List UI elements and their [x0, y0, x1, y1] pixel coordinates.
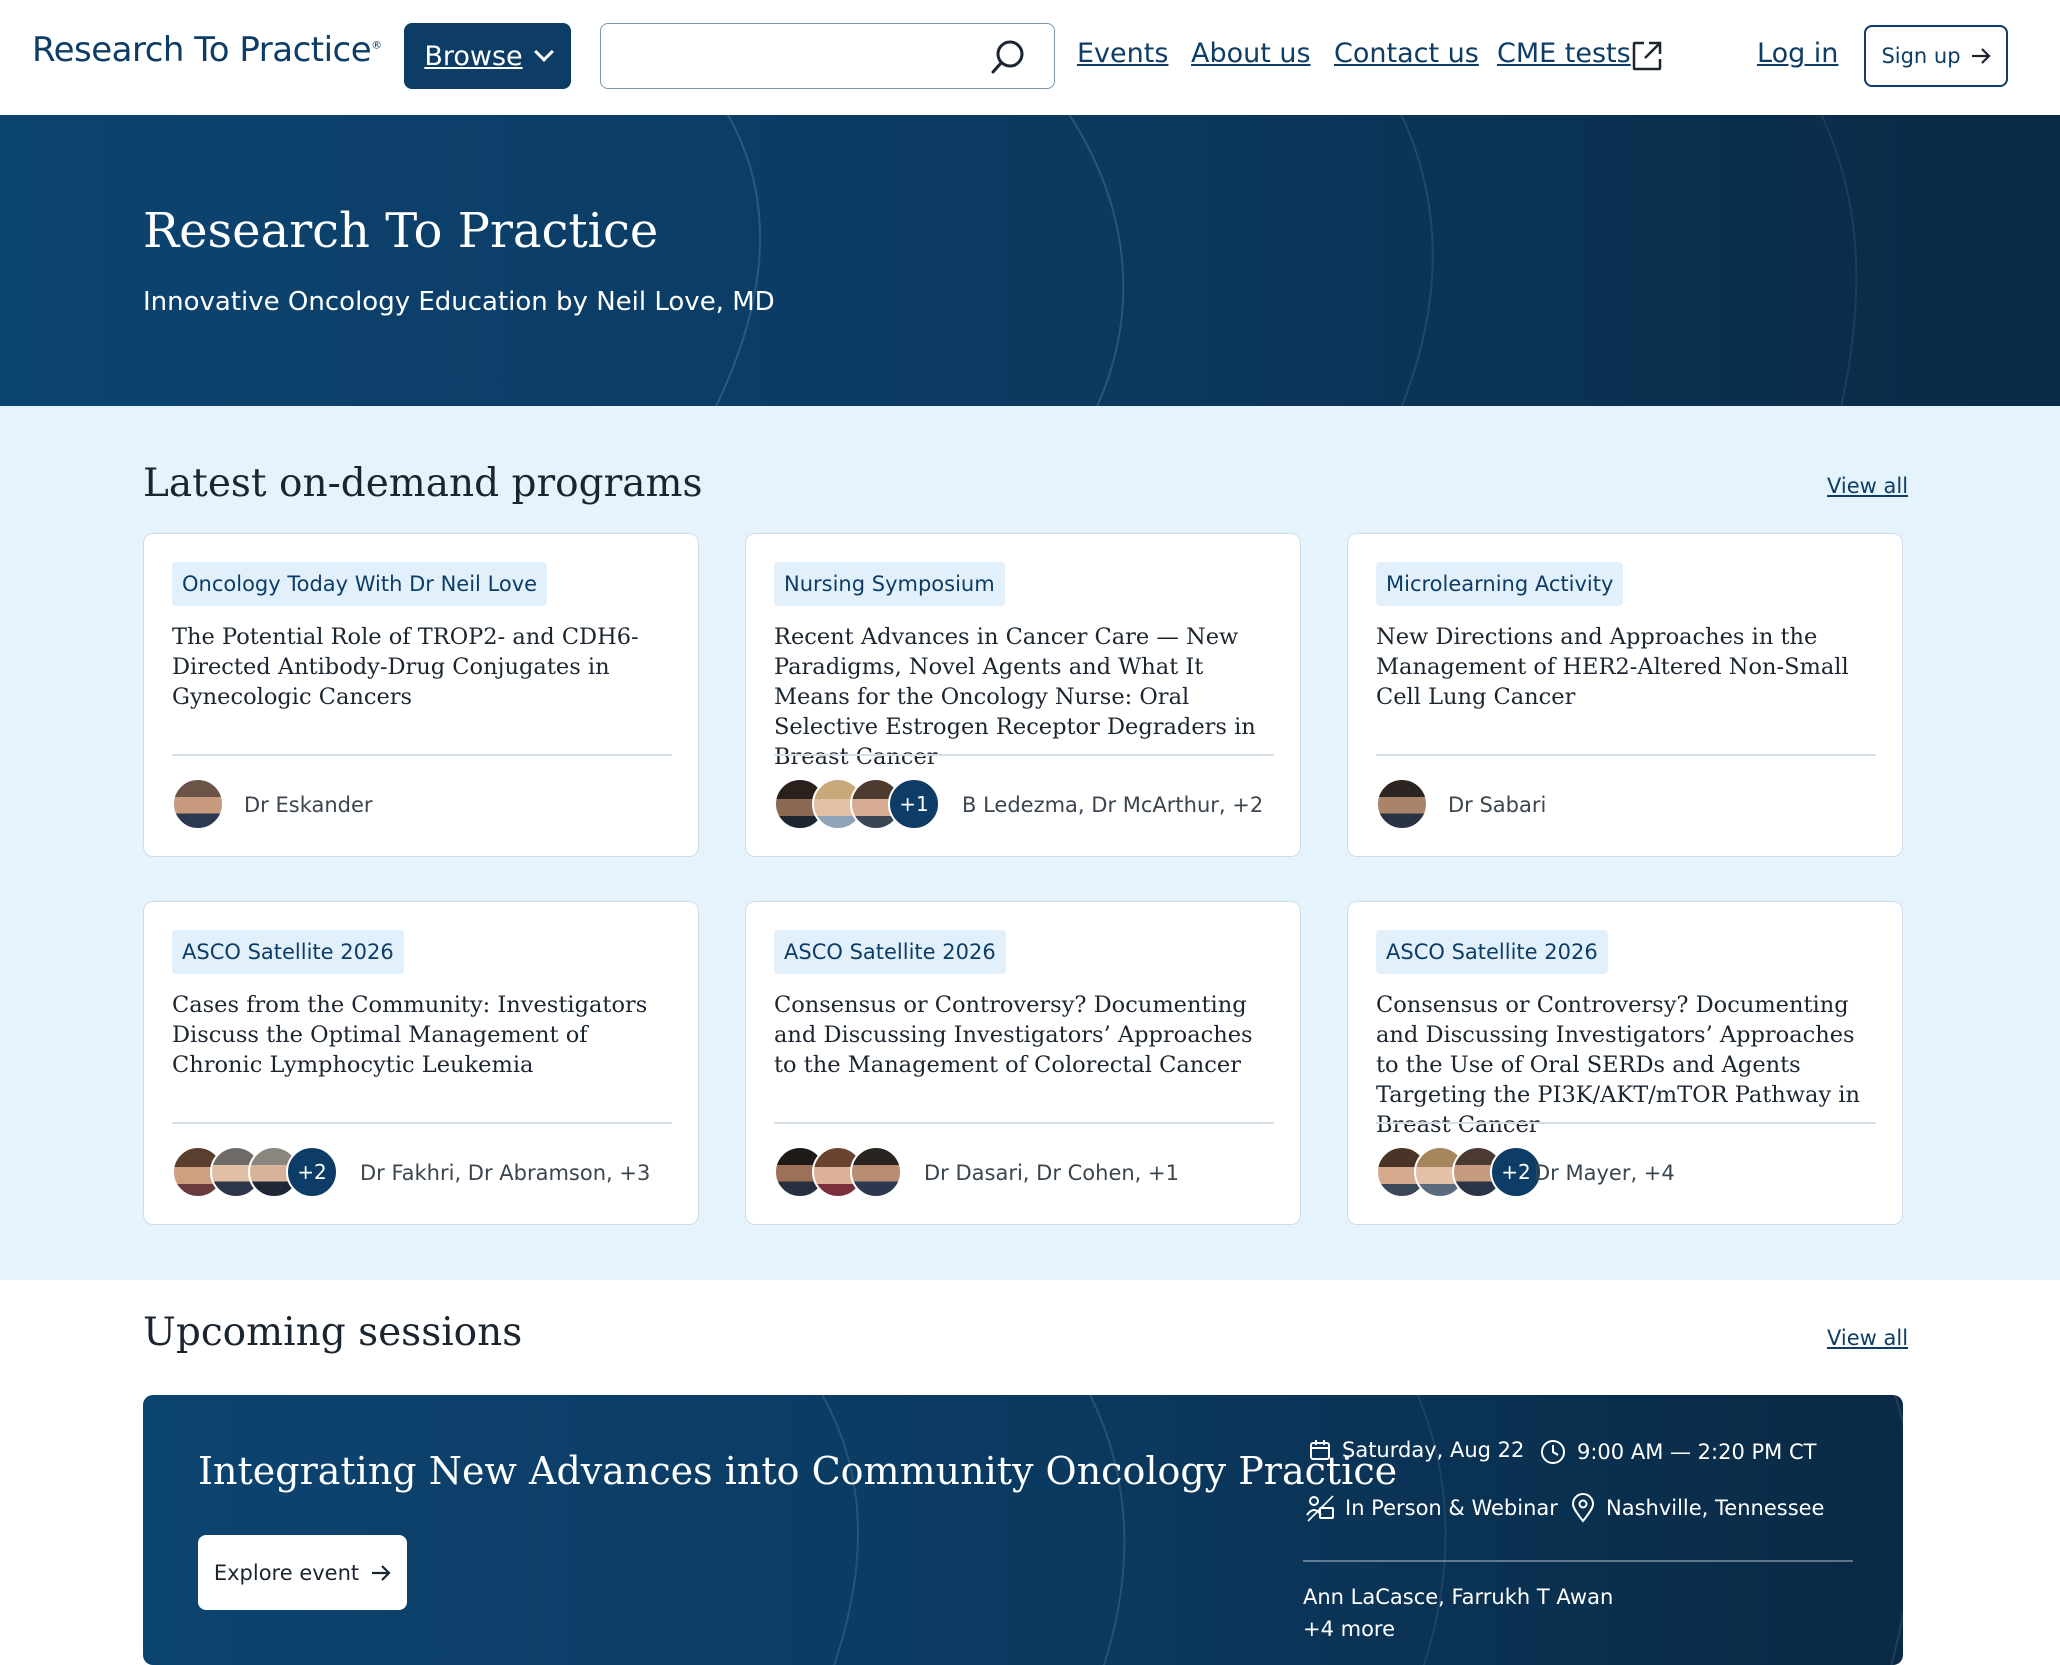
site-header: Research To Practice® Browse Events Abou…: [0, 0, 2060, 115]
browse-label: Browse: [424, 40, 523, 72]
chevron-down-icon: [533, 42, 554, 62]
avatar: [850, 1146, 902, 1198]
program-card[interactable]: ASCO Satellite 2026 Consensus or Controv…: [745, 901, 1301, 1225]
view-all-upcoming-link[interactable]: View all: [1827, 1326, 1908, 1350]
card-divider: [172, 754, 672, 756]
card-divider: [774, 1122, 1274, 1124]
on-demand-section: Latest on-demand programs View all Oncol…: [0, 406, 2060, 1280]
event-date: Saturday, Aug 22: [1308, 1438, 1524, 1462]
login-link[interactable]: Log in: [1757, 38, 1838, 69]
presenter-avatars: +2: [172, 1146, 338, 1198]
program-card[interactable]: Nursing Symposium Recent Advances in Can…: [745, 533, 1301, 857]
program-title[interactable]: The Potential Role of TROP2- and CDH6-Di…: [172, 622, 674, 712]
hero-decoration: [714, 115, 1858, 406]
card-divider: [1376, 1122, 1876, 1124]
nav-cme-tests-link[interactable]: CME tests: [1497, 38, 1631, 69]
person-webinar-icon: [1306, 1495, 1334, 1522]
arrow-right-icon: [1971, 48, 1991, 64]
event-format-text: In Person & Webinar: [1345, 1496, 1558, 1520]
explore-event-label: Explore event: [213, 1560, 360, 1585]
more-presenters-badge: +1: [888, 778, 940, 830]
browse-button[interactable]: Browse: [404, 23, 571, 89]
program-category-tag: ASCO Satellite 2026: [774, 930, 1006, 974]
event-faculty-more[interactable]: +4 more: [1303, 1617, 1395, 1641]
program-card[interactable]: ASCO Satellite 2026 Consensus or Controv…: [1347, 901, 1903, 1225]
site-logo[interactable]: Research To Practice®: [32, 30, 382, 70]
presenter-avatars: [1376, 778, 1428, 830]
presenter-names: Dr Dasari, Dr Cohen, +1: [924, 1161, 1179, 1185]
card-divider: [1376, 754, 1876, 756]
explore-event-button[interactable]: Explore event: [198, 1535, 407, 1610]
event-location-text: Nashville, Tennessee: [1606, 1496, 1825, 1520]
program-title[interactable]: Consensus or Controversy? Documenting an…: [1376, 990, 1878, 1140]
presenter-names: Dr Sabari: [1448, 793, 1547, 817]
presenter-names: Dr Eskander: [244, 793, 373, 817]
program-title[interactable]: Consensus or Controversy? Documenting an…: [774, 990, 1276, 1080]
nav-about-link[interactable]: About us: [1191, 38, 1311, 69]
program-category-tag: Oncology Today With Dr Neil Love: [172, 562, 548, 606]
event-meta-divider: [1303, 1560, 1853, 1562]
program-card[interactable]: Oncology Today With Dr Neil Love The Pot…: [143, 533, 699, 857]
presenter-names: Dr Fakhri, Dr Abramson, +3: [360, 1161, 651, 1185]
event-date-text: Saturday, Aug 22: [1342, 1438, 1525, 1462]
nav-events-link[interactable]: Events: [1077, 38, 1168, 69]
avatar: [1376, 778, 1428, 830]
map-pin-icon: [1571, 1493, 1595, 1523]
upcoming-event-card: Integrating New Advances into Community …: [143, 1395, 1903, 1665]
program-category-tag: ASCO Satellite 2026: [172, 930, 404, 974]
event-time-text: 9:00 AM — 2:20 PM CT: [1577, 1440, 1817, 1464]
hero-subtitle: Innovative Oncology Education by Neil Lo…: [143, 287, 775, 317]
presenter-avatars: +2: [1376, 1146, 1542, 1198]
program-category-tag: Nursing Symposium: [774, 562, 1005, 606]
search-icon[interactable]: [990, 38, 1026, 76]
section-title-upcoming: Upcoming sessions: [143, 1310, 523, 1355]
hero-title: Research To Practice: [143, 203, 659, 259]
event-card-decoration: [820, 1395, 1903, 1665]
presenter-names: Dr Mayer, +4: [1534, 1161, 1675, 1185]
presenter-avatars: +1: [774, 778, 940, 830]
more-presenters-badge: +2: [286, 1146, 338, 1198]
calendar-icon: [1310, 1440, 1330, 1460]
event-faculty: Ann LaCasce, Farrukh T Awan: [1303, 1585, 1614, 1609]
program-card[interactable]: Microlearning Activity New Directions an…: [1347, 533, 1903, 857]
program-title[interactable]: Recent Advances in Cancer Care — New Par…: [774, 622, 1276, 772]
program-category-tag: Microlearning Activity: [1376, 562, 1624, 606]
card-divider: [774, 754, 1274, 756]
program-title[interactable]: New Directions and Approaches in the Man…: [1376, 622, 1878, 712]
card-divider: [172, 1122, 672, 1124]
avatar: [172, 778, 224, 830]
external-link-icon: [1632, 41, 1662, 71]
presenter-names: B Ledezma, Dr McArthur, +2: [962, 793, 1264, 817]
event-location: Nashville, Tennessee: [1570, 1493, 1824, 1523]
program-category-tag: ASCO Satellite 2026: [1376, 930, 1608, 974]
presenter-avatars: [172, 778, 224, 830]
signup-label: Sign up: [1881, 44, 1961, 68]
program-title[interactable]: Cases from the Community: Investigators …: [172, 990, 674, 1080]
signup-button[interactable]: Sign up: [1864, 25, 2008, 87]
hero-banner: Research To Practice Innovative Oncology…: [0, 115, 2060, 406]
section-title-on-demand: Latest on-demand programs: [143, 461, 703, 506]
clock-icon: [1541, 1440, 1565, 1464]
view-all-on-demand-link[interactable]: View all: [1827, 474, 1908, 498]
search-input[interactable]: [617, 24, 997, 86]
nav-contact-link[interactable]: Contact us: [1334, 38, 1479, 69]
event-time: 9:00 AM — 2:20 PM CT: [1539, 1438, 1816, 1466]
arrow-right-icon: [372, 1564, 391, 1581]
event-format: In Person & Webinar: [1305, 1493, 1558, 1523]
event-title[interactable]: Integrating New Advances into Community …: [198, 1449, 1397, 1493]
program-card[interactable]: ASCO Satellite 2026 Cases from the Commu…: [143, 901, 699, 1225]
search-box: [600, 23, 1055, 89]
presenter-avatars: [774, 1146, 902, 1198]
